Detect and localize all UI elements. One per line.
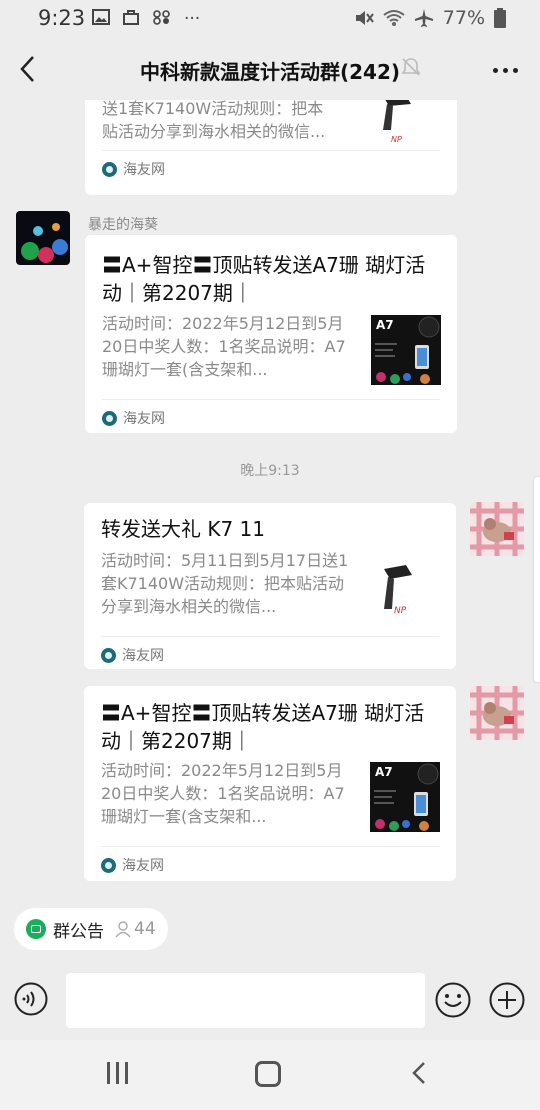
- wifi-icon: [383, 10, 405, 26]
- status-time: 9:23: [38, 6, 86, 30]
- lamp-image: NP: [383, 100, 411, 144]
- sender-name: 暴走的海葵: [88, 217, 158, 233]
- card-divider: [102, 399, 440, 400]
- system-back-button[interactable]: [410, 1060, 428, 1086]
- thumbnail-label: A7: [376, 318, 394, 332]
- source-logo-icon: [102, 161, 117, 177]
- mute-status-icon: [355, 11, 374, 25]
- status-bar: 9:23 ··· 77%: [0, 0, 540, 38]
- source-logo-icon: [102, 410, 117, 426]
- bell-muted-icon: [401, 58, 421, 76]
- avatar[interactable]: [16, 211, 70, 265]
- battery-percent: 77%: [442, 7, 485, 29]
- card-description: 活动时间：2022年5月12日到5月20日中奖人数：1名奖品说明：A7珊瑚灯一套…: [101, 761, 345, 826]
- source-name: 海友网: [123, 411, 165, 427]
- system-icons: 77%: [354, 7, 506, 29]
- shared-link-card[interactable]: 送1套K7140W活动规则：把本 贴活动分享到海水相关的微信... NP 海友网: [85, 100, 457, 195]
- chat-header: 中科新款温度计活动群(242): [0, 38, 540, 100]
- airplane-icon: [414, 9, 433, 27]
- message-timestamp: 晚上9:13: [240, 463, 300, 479]
- card-divider: [101, 636, 439, 637]
- notice-icon: [26, 919, 46, 939]
- card-description: 送1套K7140W活动规则：把本 贴活动分享到海水相关的微信...: [102, 100, 326, 141]
- member-count: 44: [134, 919, 156, 939]
- chat-title: 中科新款温度计活动群(242): [139, 60, 401, 84]
- source-name: 海友网: [123, 162, 165, 178]
- card-thumbnail: A7: [371, 315, 441, 385]
- more-actions-button[interactable]: [489, 982, 525, 1018]
- more-notifications-icon: ···: [184, 9, 201, 29]
- avatar-image: [470, 686, 524, 740]
- emoji-button[interactable]: [435, 982, 471, 1018]
- card-title: 〓A+智控〓顶贴转发送A7珊 瑚灯活动｜第2207期｜: [102, 253, 426, 305]
- source-logo-icon: [101, 857, 116, 873]
- card-title: 〓A+智控〓顶贴转发送A7珊 瑚灯活动｜第2207期｜: [101, 701, 425, 753]
- message-input[interactable]: [66, 973, 425, 1028]
- shared-link-card[interactable]: 〓A+智控〓顶贴转发送A7珊 瑚灯活动｜第2207期｜ 活动时间：2022年5月…: [84, 686, 456, 881]
- system-nav-bar: [0, 1040, 540, 1110]
- card-source: 海友网: [102, 159, 165, 179]
- group-notice-button[interactable]: 群公告 44: [14, 908, 168, 950]
- card-thumbnail: A7: [370, 762, 440, 832]
- game-notification-icon: [153, 10, 170, 25]
- member-icon: [115, 921, 131, 938]
- recents-button[interactable]: [104, 1062, 130, 1084]
- shared-link-card[interactable]: 〓A+智控〓顶贴转发送A7珊 瑚灯活动｜第2207期｜ 活动时间：2022年5月…: [85, 235, 457, 433]
- avatar-image: [470, 502, 524, 556]
- thumbnail-label: A7: [375, 765, 393, 779]
- notification-icons: ···: [92, 9, 200, 29]
- source-name: 海友网: [122, 648, 164, 664]
- card-source: 海友网: [102, 408, 165, 428]
- card-thumbnail: NP: [371, 100, 441, 148]
- my-avatar[interactable]: [470, 502, 524, 556]
- card-description: 活动时间：5月11日到5月17日送1套K7140W活动规则：把本贴活动分享到海水…: [101, 551, 349, 616]
- more-options-button[interactable]: [493, 68, 518, 73]
- card-divider: [101, 846, 439, 847]
- home-button[interactable]: [255, 1061, 281, 1087]
- shared-link-card[interactable]: 转发送大礼 K7 11 活动时间：5月11日到5月17日送1套K7140W活动规…: [84, 503, 456, 669]
- svg-text:NP: NP: [394, 606, 407, 616]
- lamp-image: NP: [384, 565, 412, 616]
- image-notification-icon: [92, 9, 110, 25]
- card-title: 转发送大礼 K7 11: [101, 517, 266, 541]
- notice-label: 群公告: [53, 921, 104, 942]
- input-bar: [0, 960, 540, 1040]
- avatar-image: [16, 211, 70, 265]
- card-source: 海友网: [101, 855, 164, 875]
- card-divider: [102, 150, 440, 151]
- source-name: 海友网: [122, 858, 164, 874]
- card-description: 活动时间：2022年5月12日到5月20日中奖人数：1名奖品说明：A7珊瑚灯一套…: [102, 314, 346, 379]
- card-thumbnail: NP: [370, 555, 440, 625]
- scroll-handle[interactable]: [533, 476, 540, 683]
- message-list[interactable]: 送1套K7140W活动规则：把本 贴活动分享到海水相关的微信... NP 海友网…: [0, 100, 540, 895]
- source-logo-icon: [101, 647, 116, 663]
- svg-text:NP: NP: [391, 135, 402, 144]
- card-source: 海友网: [101, 645, 164, 665]
- voice-input-button[interactable]: [14, 982, 48, 1016]
- battery-icon: [494, 8, 506, 28]
- bag-notification-icon: [123, 10, 139, 25]
- my-avatar[interactable]: [470, 686, 524, 740]
